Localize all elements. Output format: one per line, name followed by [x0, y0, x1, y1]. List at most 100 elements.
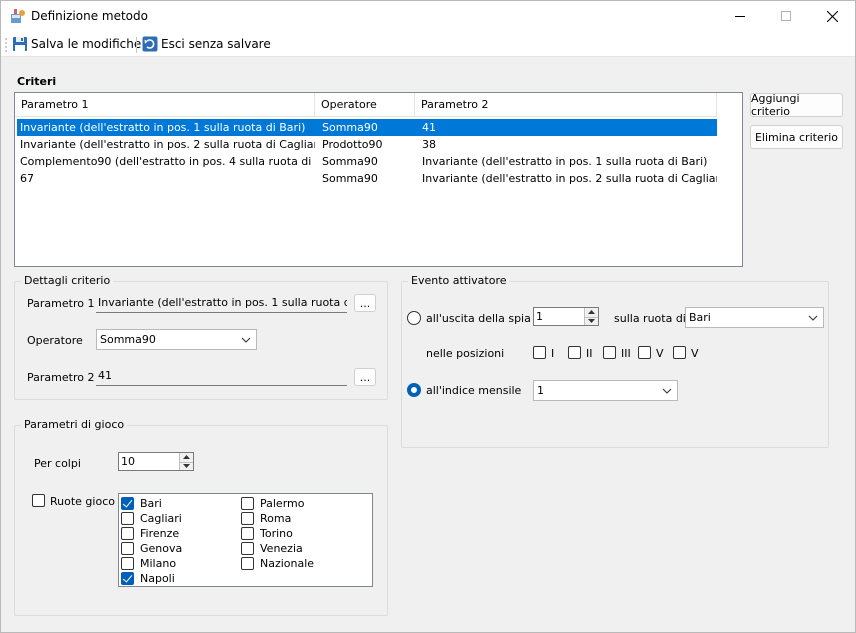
close-icon: [826, 10, 838, 22]
colpi-value: 10: [121, 455, 135, 468]
ruota-label: Genova: [140, 542, 183, 555]
ruota-label: Nazionale: [260, 557, 315, 570]
ruota-label: sulla ruota di: [614, 312, 686, 325]
indice-radio[interactable]: [407, 383, 421, 397]
list-item[interactable]: Bari: [121, 496, 162, 511]
spia-label: all'uscita della spia: [426, 312, 531, 325]
ruota-checkbox[interactable]: [121, 526, 134, 540]
table-cell-p2: Invariante (dell'estratto in pos. 1 sull…: [422, 155, 708, 168]
ruota-checkbox[interactable]: [241, 526, 254, 540]
floppy-disk-icon: [13, 37, 27, 51]
position-checkbox-2[interactable]: [568, 346, 581, 359]
game-params-legend: Parametri di gioco: [21, 418, 128, 431]
ruota-value: Bari: [689, 311, 711, 324]
maximize-icon: [781, 11, 791, 21]
list-item[interactable]: Roma: [241, 511, 291, 526]
table-row[interactable]: Invariante (dell'estratto in pos. 1 sull…: [17, 119, 717, 136]
ruota-checkbox[interactable]: [241, 496, 254, 510]
position-checkbox-5[interactable]: [673, 346, 686, 359]
colpi-spinner-buttons[interactable]: [179, 453, 193, 470]
indice-label: all'indice mensile: [426, 384, 522, 397]
position-checkbox-4[interactable]: [638, 346, 651, 359]
table-cell-p1: Invariante (dell'estratto in pos. 1 sull…: [20, 121, 306, 134]
list-item[interactable]: Cagliari: [121, 511, 182, 526]
column-header-parametro1[interactable]: Parametro 1: [15, 93, 315, 117]
position-checkbox-1[interactable]: [533, 346, 546, 359]
spin-up-icon[interactable]: [180, 453, 193, 462]
ruota-checkbox[interactable]: [121, 511, 134, 525]
close-button[interactable]: [809, 1, 855, 31]
trigger-event-legend: Evento attivatore: [408, 274, 510, 287]
ruota-label: Torino: [260, 527, 293, 540]
ruota-label: Roma: [260, 512, 292, 525]
position-label-3: III: [621, 347, 631, 360]
spin-up-icon[interactable]: [585, 308, 598, 317]
table-row[interactable]: 67 Somma90 Invariante (dell'estratto in po…: [17, 170, 717, 187]
position-label-4: V: [656, 347, 664, 360]
ruota-checkbox[interactable]: [241, 511, 254, 525]
toolbar-grip[interactable]: [5, 37, 7, 53]
param1-field[interactable]: Invariante (dell'estratto in pos. 1 sull…: [96, 293, 347, 313]
table-cell-p1: Invariante (dell'estratto in pos. 2 sull…: [20, 138, 315, 151]
column-header-parametro2[interactable]: Parametro 2: [415, 93, 717, 117]
param2-label: Parametro 2: [27, 371, 95, 384]
undo-icon: [142, 36, 158, 52]
spia-radio[interactable]: [407, 311, 421, 325]
exit-without-saving-button[interactable]: Esci senza salvare: [140, 34, 273, 54]
table-row[interactable]: Invariante (dell'estratto in pos. 2 sull…: [17, 136, 717, 153]
param1-browse-button[interactable]: ...: [354, 294, 376, 312]
minimize-button[interactable]: [717, 1, 763, 31]
operator-select[interactable]: Somma90: [96, 329, 257, 350]
spia-spinner[interactable]: 1: [533, 307, 599, 326]
indice-select[interactable]: 1: [533, 380, 678, 401]
criteria-list-header: Parametro 1 Operatore Parametro 2: [15, 93, 717, 117]
add-criterion-button[interactable]: Aggiungi criterio: [750, 92, 843, 118]
list-item[interactable]: Firenze: [121, 526, 179, 541]
param2-browse-button[interactable]: ...: [354, 368, 376, 386]
operator-label: Operatore: [27, 334, 83, 347]
ruote-gioco-label: Ruote gioco: [50, 495, 115, 508]
spia-value: 1: [536, 310, 543, 323]
ruote-gioco-checkbox[interactable]: [32, 494, 45, 507]
list-item[interactable]: Torino: [241, 526, 293, 541]
chevron-down-icon: [241, 337, 251, 343]
list-item[interactable]: Genova: [121, 541, 182, 556]
operator-value: Somma90: [100, 333, 156, 346]
ruota-checkbox[interactable]: [241, 556, 254, 570]
delete-criterion-button[interactable]: Elimina criterio: [750, 125, 843, 149]
list-item[interactable]: Nazionale: [241, 556, 314, 571]
list-item[interactable]: Palermo: [241, 496, 304, 511]
column-header-operatore[interactable]: Operatore: [315, 93, 415, 117]
ruota-checkbox[interactable]: [121, 496, 134, 510]
position-label-1: I: [551, 347, 555, 360]
ruote-checklist[interactable]: Bari Cagliari Firenze Genova Milano Napoli Pa…: [118, 493, 373, 587]
criterion-details-legend: Dettagli criterio: [21, 274, 114, 287]
spin-down-icon[interactable]: [180, 461, 193, 470]
criteria-list[interactable]: Parametro 1 Operatore Parametro 2 Invari…: [14, 92, 743, 267]
table-cell-op: Somma90: [322, 121, 378, 134]
position-checkbox-3[interactable]: [603, 346, 616, 359]
ruota-checkbox[interactable]: [121, 571, 134, 585]
ruota-checkbox[interactable]: [121, 556, 134, 570]
spin-down-icon[interactable]: [585, 316, 598, 325]
criteri-title: Criteri: [17, 75, 57, 88]
position-label-5: V: [691, 347, 699, 360]
table-row[interactable]: Complemento90 (dell'estratto in pos. 4 s…: [17, 153, 717, 170]
list-item[interactable]: Venezia: [241, 541, 303, 556]
ruota-select[interactable]: Bari: [685, 307, 824, 328]
ruota-label: Palermo: [260, 497, 305, 510]
ruota-checkbox[interactable]: [241, 541, 254, 555]
table-cell-op: Somma90: [322, 172, 378, 185]
colpi-spinner[interactable]: 10: [118, 452, 194, 471]
ruota-label: Milano: [140, 557, 177, 570]
ruota-checkbox[interactable]: [121, 541, 134, 555]
table-cell-p2: Invariante (dell'estratto in pos. 2 sull…: [422, 172, 717, 185]
spia-spinner-buttons[interactable]: [584, 308, 598, 325]
param2-field[interactable]: 41: [96, 366, 347, 386]
list-item[interactable]: Milano: [121, 556, 176, 571]
maximize-button[interactable]: [763, 1, 809, 31]
ruota-label: Firenze: [140, 527, 180, 540]
save-button[interactable]: Salva le modifiche: [10, 34, 143, 54]
list-item[interactable]: Napoli: [121, 571, 175, 586]
ruota-label: Venezia: [260, 542, 303, 555]
